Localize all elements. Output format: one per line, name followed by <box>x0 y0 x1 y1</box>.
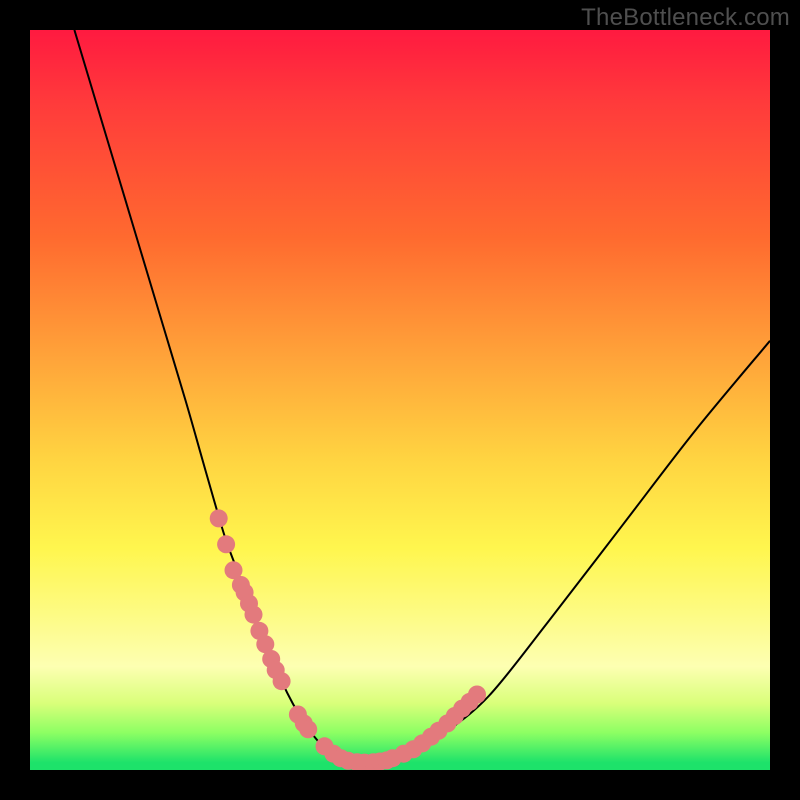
highlight-dot <box>468 686 486 704</box>
highlight-dot <box>273 672 291 690</box>
watermark-text: TheBottleneck.com <box>581 4 790 32</box>
plot-area <box>30 30 770 770</box>
highlight-dot <box>245 606 263 624</box>
highlight-dot <box>299 720 317 738</box>
outer-frame: TheBottleneck.com <box>0 0 800 800</box>
chart-svg <box>30 30 770 770</box>
highlight-dot <box>210 509 228 527</box>
highlight-dots-group <box>210 509 486 770</box>
highlight-dot <box>217 535 235 553</box>
bottleneck-curve <box>74 30 770 763</box>
